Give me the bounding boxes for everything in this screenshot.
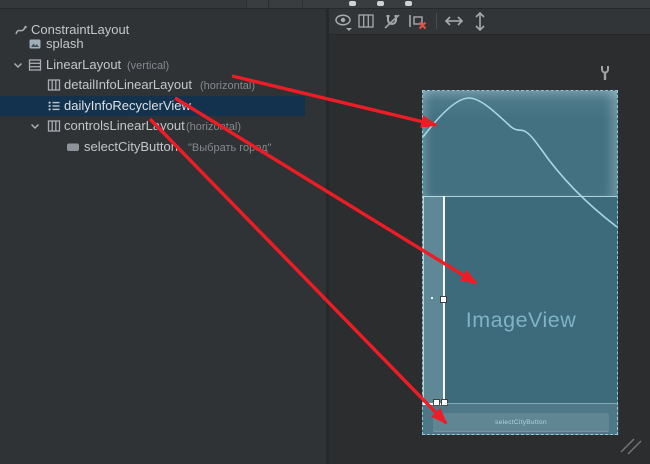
imageview-placeholder-label[interactable]: ImageView <box>423 308 619 333</box>
cutoff-toolbar-icon[interactable] <box>349 1 356 6</box>
recycler-view-icon <box>47 99 61 113</box>
top-strip-seam <box>268 0 269 8</box>
top-toolbar-strip <box>0 0 650 9</box>
tree-item-selectcitybutton[interactable]: selectCityButton "Выбрать город" <box>0 137 326 157</box>
chevron-down-icon[interactable] <box>11 58 25 72</box>
tree-item-annotation: (horizontal) <box>200 76 255 96</box>
component-tree-panel: ConstraintLayout splash LinearLayout (ve… <box>0 9 326 464</box>
show-all-constraints-icon[interactable] <box>356 11 376 33</box>
resize-handle-mid-left[interactable] <box>431 297 433 299</box>
selection-edge <box>423 196 424 404</box>
tree-item-detailinfolinearlayout[interactable]: detailInfoLinearLayout (horizontal) <box>0 75 326 95</box>
cutoff-toolbar-icon[interactable] <box>405 1 412 6</box>
top-strip-seam <box>246 0 247 8</box>
default-margins-vertical-icon[interactable] <box>470 11 490 33</box>
tree-item-annotation: (horizontal) <box>186 117 241 137</box>
top-strip-right-segment <box>246 0 650 8</box>
tree-item-label: selectCityButton <box>84 137 178 157</box>
chevron-down-icon[interactable] <box>28 119 42 133</box>
tree-item-linearlayout[interactable]: LinearLayout (vertical) <box>0 55 326 75</box>
select-city-button-preview[interactable]: selectCityButton <box>433 413 609 432</box>
linear-layout-vertical-icon <box>28 58 42 72</box>
resize-grip-icon[interactable] <box>619 436 643 461</box>
splash-curve-graphic <box>423 91 617 434</box>
design-surface-toolbar <box>329 9 650 35</box>
layout-boundary-line <box>423 196 617 197</box>
clear-all-constraints-icon[interactable] <box>407 11 427 33</box>
tree-item-label: controlsLinearLayout <box>64 116 185 136</box>
phone-preview[interactable]: ImageView selectCityButton <box>422 90 618 435</box>
resize-handle-mid-right[interactable] <box>440 296 447 303</box>
tree-item-annotation: (vertical) <box>127 56 169 76</box>
button-icon <box>66 140 80 154</box>
tree-item-label: dailyInfoRecyclerView <box>64 96 191 116</box>
tree-item-text-value: "Выбрать город" <box>188 138 271 158</box>
linear-layout-horizontal-icon <box>47 78 61 92</box>
tree-item-label: splash <box>46 34 84 54</box>
image-view-icon <box>28 37 42 51</box>
tree-item-label: detailInfoLinearLayout <box>64 75 192 95</box>
tree-item-controlslinearlayout[interactable]: controlsLinearLayout (horizontal) <box>0 116 326 136</box>
tree-item-label: LinearLayout <box>46 55 121 75</box>
tree-item-dailyinforecyclerview[interactable]: dailyInfoRecyclerView <box>0 96 326 116</box>
layout-editor-window: ConstraintLayout splash LinearLayout (ve… <box>0 0 650 464</box>
linear-layout-horizontal-icon <box>47 119 61 133</box>
autoconnect-off-magnet-icon[interactable] <box>382 11 402 33</box>
toolbar-separator <box>436 13 437 29</box>
tree-item-splash[interactable]: splash <box>0 34 326 54</box>
cutoff-toolbar-icon[interactable] <box>377 1 384 6</box>
controls-linear-layout-bounds[interactable]: selectCityButton <box>423 404 619 435</box>
default-margins-horizontal-icon[interactable] <box>443 11 463 33</box>
wrench-icon[interactable] <box>599 64 611 87</box>
view-options-eye-icon[interactable] <box>334 11 354 33</box>
top-strip-seam <box>302 0 303 8</box>
